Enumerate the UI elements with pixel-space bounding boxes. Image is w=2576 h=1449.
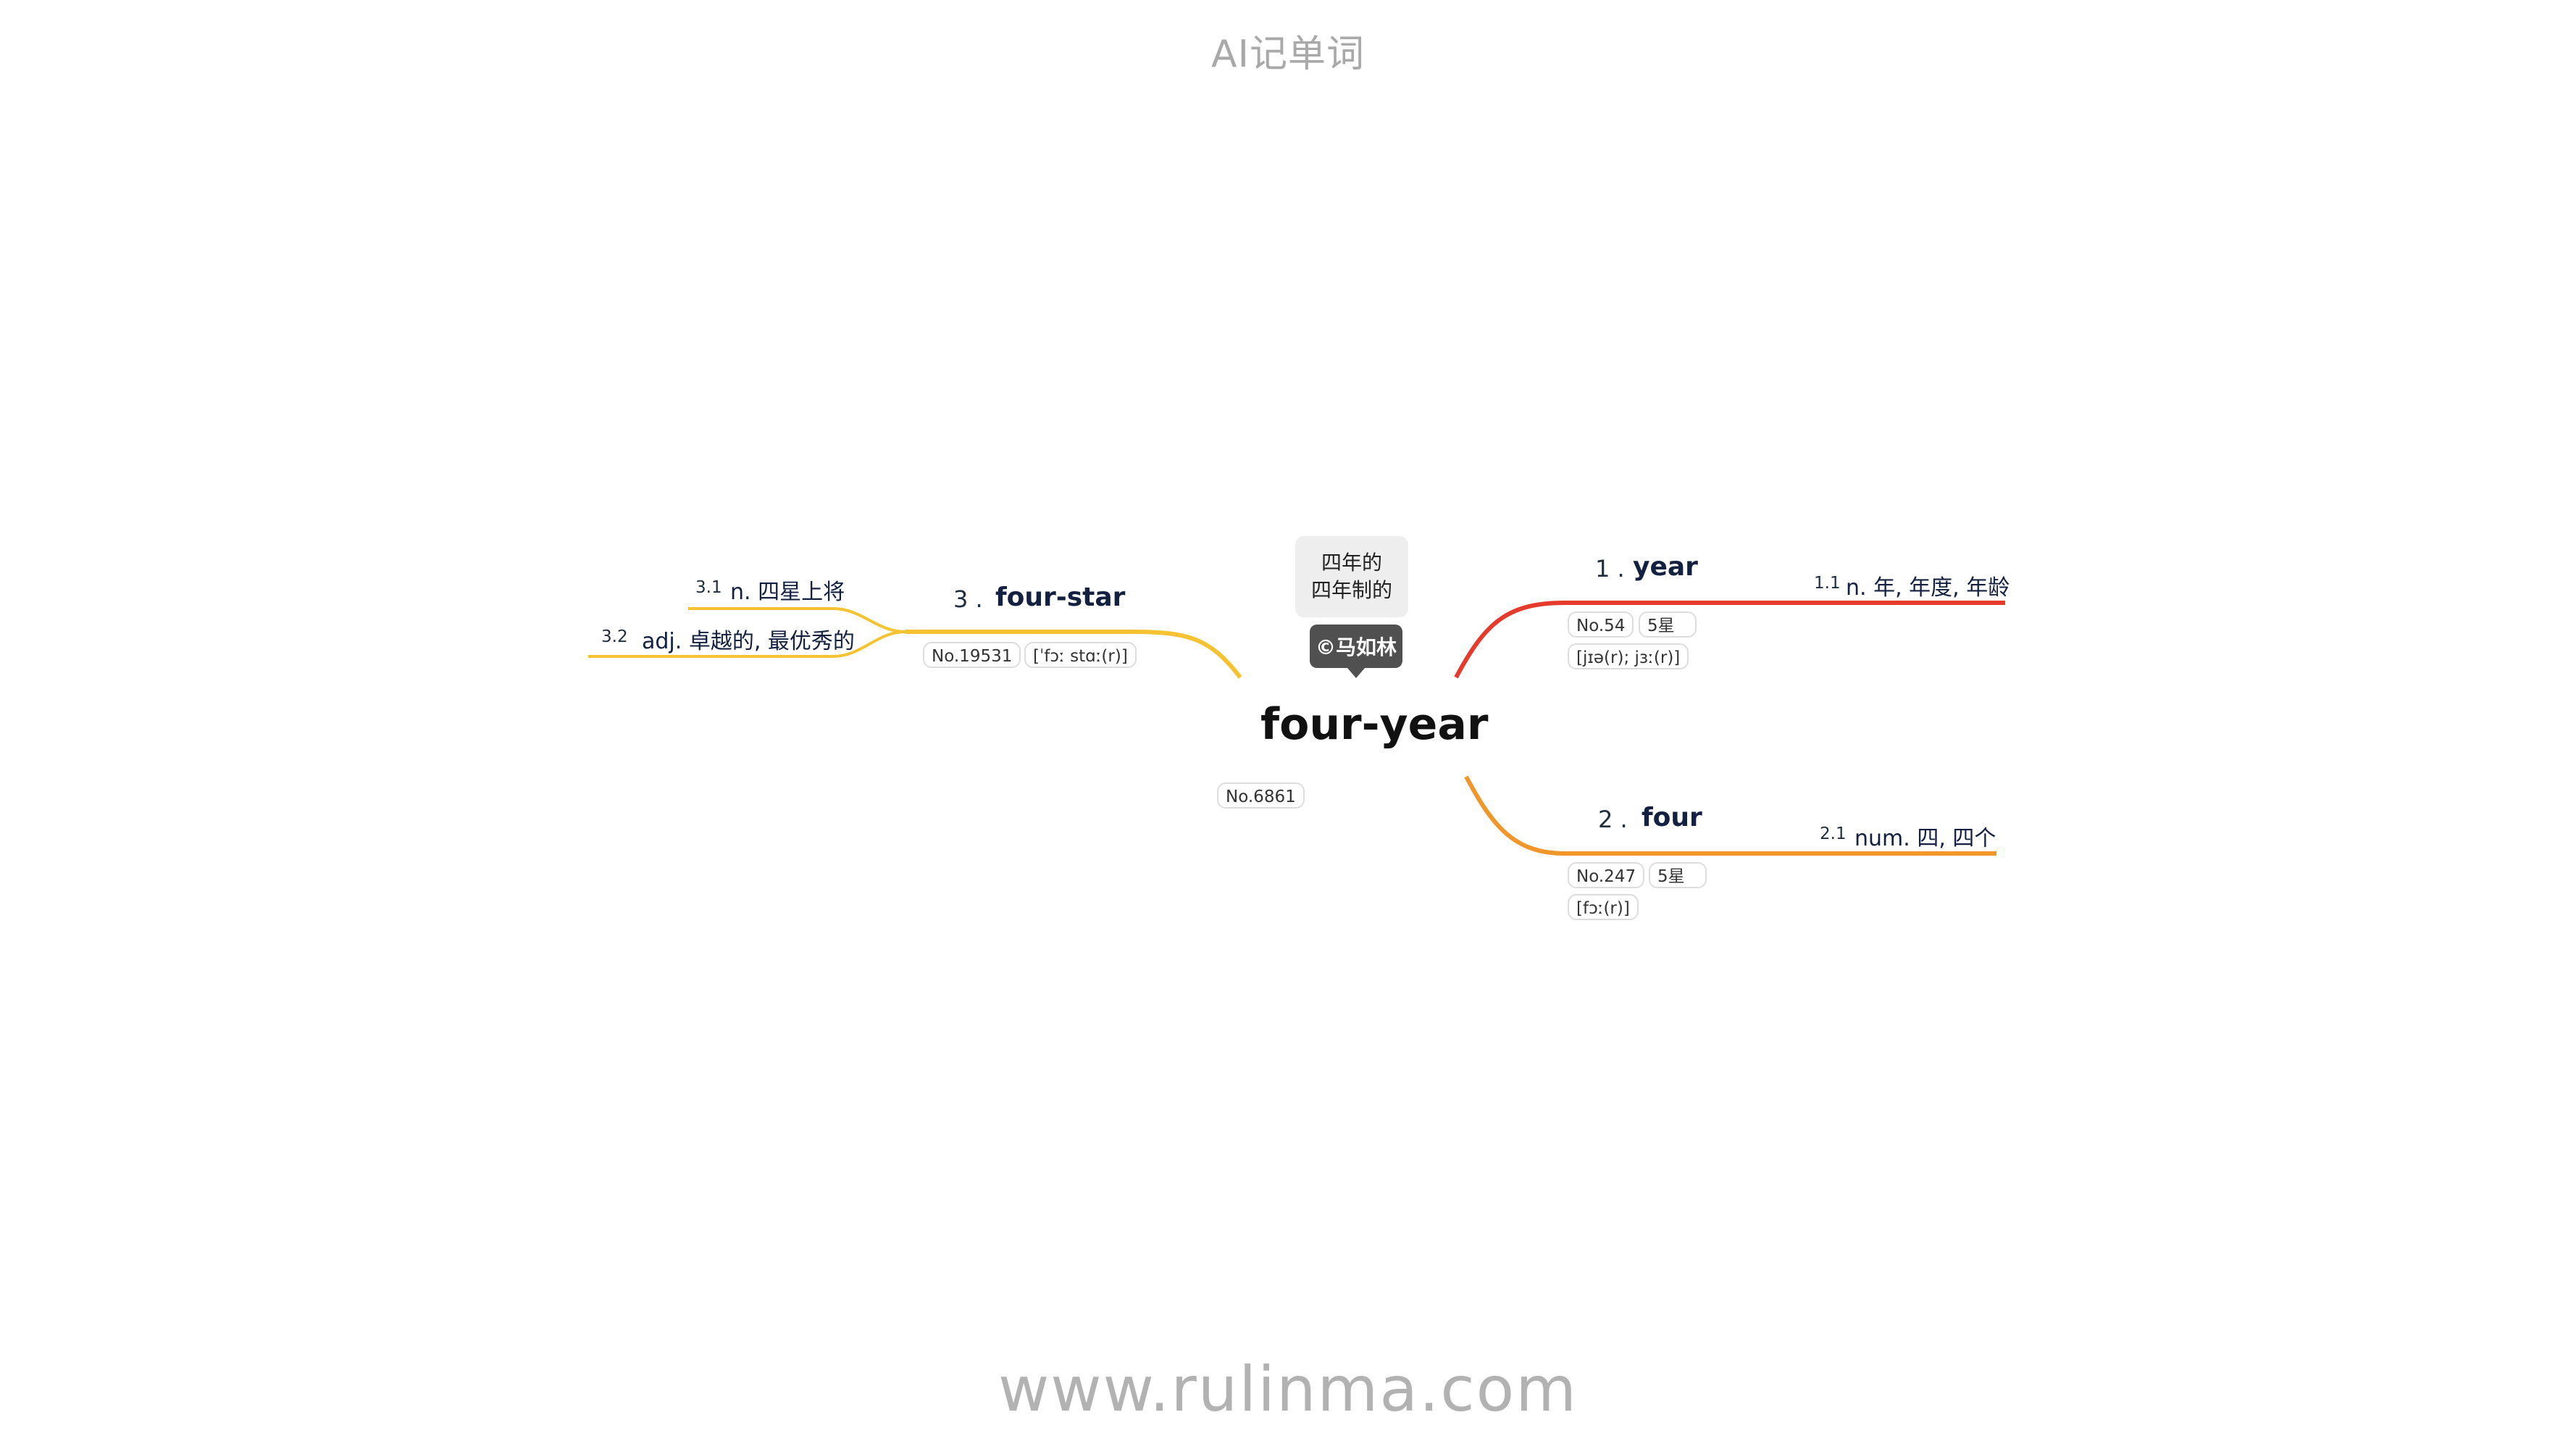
branch-1-word[interactable]: year: [1633, 552, 1698, 582]
center-word[interactable]: four-year: [1260, 699, 1488, 750]
site-watermark: www.rulinma.com: [998, 1353, 1578, 1426]
sense-3-2-number: 3.2: [601, 627, 628, 646]
branch-2-number: 2 .: [1598, 806, 1628, 833]
sense-2-1-number: 2.1: [1820, 824, 1847, 843]
center-rank-badge: No.6861: [1217, 782, 1305, 809]
sense-3-2-text[interactable]: adj. 卓越的, 最优秀的: [642, 623, 855, 655]
sense-1-1-number: 1.1: [1814, 574, 1841, 593]
center-meaning-box: 四年的 四年制的: [1295, 536, 1408, 617]
branch-1-number: 1 .: [1595, 555, 1625, 582]
branch-2-word[interactable]: four: [1642, 803, 1702, 832]
mind-map-canvas: AI记单词 www.rulinma.com 四年的 四年制的 ©马如林 four…: [0, 0, 2576, 1449]
branch-3-word[interactable]: four-star: [995, 582, 1125, 612]
author-tag: ©马如林: [1310, 625, 1402, 678]
sense-3-1-number: 3.1: [695, 578, 722, 597]
branch-line-year: [1454, 601, 2005, 679]
branch-1-stars-badge: 5星: [1639, 611, 1697, 638]
branch-3-phonetic-badge: [ˈfɔː stɑː(r)]: [1024, 642, 1137, 668]
branch-1-phonetic-badge: [jɪə(r); jɜː(r)]: [1568, 643, 1689, 669]
sense-2-1-text[interactable]: num. 四, 四个: [1854, 820, 1996, 852]
app-title: AI记单词: [1211, 33, 1365, 76]
branch-2-rank-badge: No.247: [1568, 862, 1645, 888]
branch-1-rank-badge: No.54: [1568, 611, 1634, 638]
branch-3-number: 3 .: [953, 585, 983, 613]
branch-2-phonetic-badge: [fɔː(r)]: [1568, 894, 1639, 920]
sense-1-1-text[interactable]: n. 年, 年度, 年龄: [1846, 569, 2010, 601]
center-meaning-2: 四年制的: [1310, 578, 1392, 602]
branch-3-rank-badge: No.19531: [923, 642, 1021, 668]
sense-3-1-text[interactable]: n. 四星上将: [730, 574, 845, 606]
center-meaning-1: 四年的: [1321, 551, 1382, 575]
branch-2-stars-badge: 5星: [1649, 862, 1707, 888]
